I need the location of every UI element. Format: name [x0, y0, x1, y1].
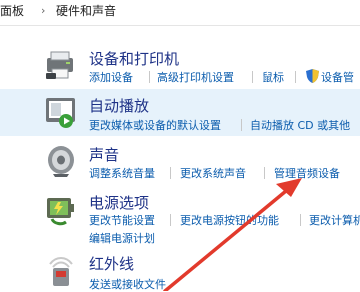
link-divider: [241, 119, 242, 131]
adjust-system-volume-link[interactable]: 调整系统音量: [89, 165, 155, 181]
infrared-title[interactable]: 红外线: [89, 253, 134, 274]
link-divider: [252, 71, 253, 83]
edit-power-plan-link[interactable]: 编辑电源计划: [89, 230, 155, 246]
device-manager-link[interactable]: 设备管: [321, 69, 354, 85]
power-options-icon[interactable]: [44, 192, 78, 226]
link-divider: [170, 214, 171, 226]
devices-printers-title[interactable]: 设备和打印机: [89, 48, 179, 69]
section-infrared: 红外线 发送或接收文件: [0, 250, 360, 291]
change-power-saving-link[interactable]: 更改节能设置: [89, 212, 155, 228]
mouse-link[interactable]: 鼠标: [262, 69, 284, 85]
printer-icon[interactable]: [44, 48, 78, 82]
link-divider: [149, 71, 150, 83]
autoplay-icon[interactable]: [44, 95, 78, 129]
link-divider: [300, 214, 301, 226]
section-devices-printers: 设备和打印机 添加设备 高级打印机设置 鼠标 设备管: [0, 40, 360, 88]
manage-audio-devices-link[interactable]: 管理音频设备: [274, 165, 340, 181]
change-system-sounds-link[interactable]: 更改系统声音: [180, 165, 246, 181]
section-autoplay: 自动播放 更改媒体或设备的默认设置 自动播放 CD 或其他: [0, 89, 360, 136]
send-receive-files-link[interactable]: 发送或接收文件: [89, 276, 166, 292]
change-computer-sleep-link[interactable]: 更改计算机: [309, 212, 360, 228]
chevron-right-icon[interactable]: ›: [41, 2, 45, 20]
infrared-icon[interactable]: [44, 254, 78, 288]
section-power-options: 电源选项 更改节能设置 更改电源按钮的功能 更改计算机 编辑电源计划: [0, 188, 360, 248]
change-power-buttons-link[interactable]: 更改电源按钮的功能: [180, 212, 279, 228]
autoplay-cd-link[interactable]: 自动播放 CD 或其他: [250, 117, 350, 133]
speaker-icon[interactable]: [44, 144, 78, 178]
link-divider: [170, 167, 171, 179]
change-media-defaults-link[interactable]: 更改媒体或设备的默认设置: [89, 117, 221, 133]
advanced-printer-settings-link[interactable]: 高级打印机设置: [157, 69, 234, 85]
link-divider: [264, 167, 265, 179]
breadcrumb-item-hardware-sound[interactable]: 硬件和声音: [56, 2, 116, 20]
section-sound: 声音 调整系统音量 更改系统声音 管理音频设备: [0, 138, 360, 186]
breadcrumb-item-control-panel[interactable]: 面板: [0, 2, 24, 20]
power-options-title[interactable]: 电源选项: [89, 192, 149, 213]
add-device-link[interactable]: 添加设备: [89, 69, 133, 85]
breadcrumb: 面板 › 硬件和声音: [0, 0, 360, 26]
sound-title[interactable]: 声音: [89, 144, 119, 165]
autoplay-title[interactable]: 自动播放: [89, 95, 149, 116]
shield-icon: [306, 68, 319, 87]
link-divider: [295, 71, 296, 83]
